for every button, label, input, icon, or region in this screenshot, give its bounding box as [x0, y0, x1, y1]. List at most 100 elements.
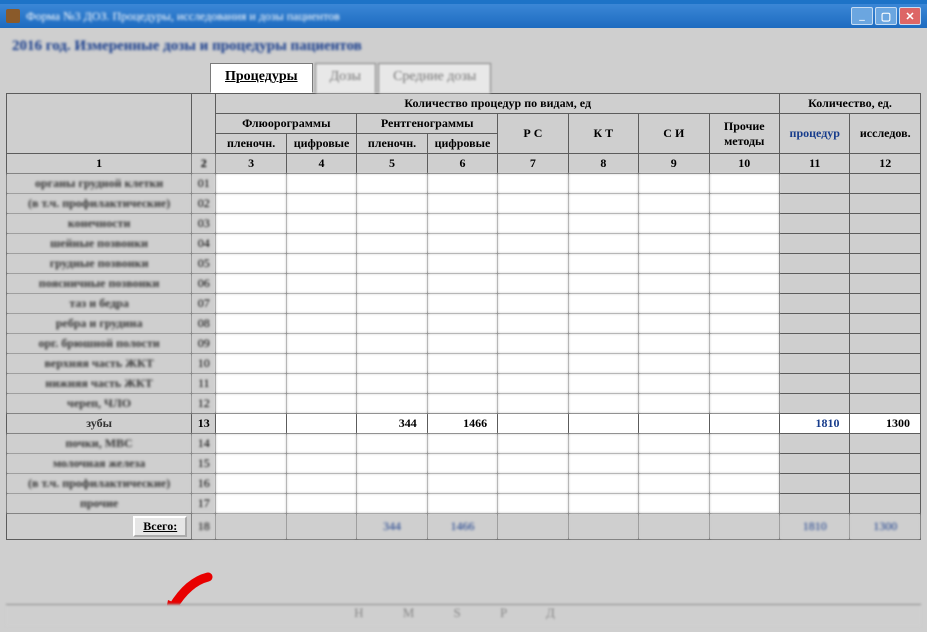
cell[interactable]	[498, 334, 568, 354]
cell[interactable]	[498, 434, 568, 454]
cell[interactable]	[427, 194, 497, 214]
cell[interactable]	[639, 354, 709, 374]
cell[interactable]	[709, 214, 779, 234]
cell[interactable]	[498, 214, 568, 234]
cell[interactable]	[709, 474, 779, 494]
cell[interactable]	[427, 274, 497, 294]
cell[interactable]	[286, 194, 356, 214]
cell[interactable]	[216, 314, 286, 334]
cell[interactable]	[498, 394, 568, 414]
total-button[interactable]: Всего:	[133, 516, 187, 537]
cell[interactable]	[357, 374, 427, 394]
cell[interactable]	[639, 314, 709, 334]
cell[interactable]	[357, 194, 427, 214]
cell[interactable]	[286, 174, 356, 194]
cell[interactable]	[568, 194, 638, 214]
cell[interactable]	[709, 234, 779, 254]
cell[interactable]	[427, 374, 497, 394]
cell[interactable]	[639, 394, 709, 414]
cell-13-6[interactable]: 1466	[427, 414, 497, 434]
cell[interactable]	[568, 214, 638, 234]
cell[interactable]	[427, 394, 497, 414]
cell[interactable]	[639, 494, 709, 514]
cell[interactable]	[568, 314, 638, 334]
cell[interactable]	[639, 254, 709, 274]
cell[interactable]	[498, 474, 568, 494]
cell[interactable]	[568, 474, 638, 494]
cell[interactable]	[216, 434, 286, 454]
cell-13-12[interactable]: 1300	[850, 414, 921, 434]
cell-13-10[interactable]	[709, 414, 779, 434]
tab-doses[interactable]: Дозы	[315, 63, 377, 93]
cell[interactable]	[286, 334, 356, 354]
cell[interactable]	[216, 174, 286, 194]
cell[interactable]	[286, 474, 356, 494]
cell[interactable]	[216, 274, 286, 294]
cell[interactable]	[427, 294, 497, 314]
cell[interactable]	[709, 254, 779, 274]
cell[interactable]	[357, 254, 427, 274]
cell[interactable]	[286, 354, 356, 374]
cell-13-3[interactable]	[216, 414, 286, 434]
cell[interactable]	[568, 434, 638, 454]
cell[interactable]	[639, 194, 709, 214]
cell[interactable]	[216, 254, 286, 274]
cell[interactable]	[216, 354, 286, 374]
cell[interactable]	[357, 214, 427, 234]
tab-procedures[interactable]: Процедуры	[210, 63, 313, 93]
cell[interactable]	[639, 334, 709, 354]
cell[interactable]	[216, 214, 286, 234]
cell[interactable]	[216, 234, 286, 254]
cell[interactable]	[498, 234, 568, 254]
cell[interactable]	[216, 474, 286, 494]
cell[interactable]	[286, 434, 356, 454]
cell[interactable]	[216, 454, 286, 474]
cell[interactable]	[427, 234, 497, 254]
cell[interactable]	[216, 294, 286, 314]
cell-13-8[interactable]	[568, 414, 638, 434]
cell[interactable]	[286, 454, 356, 474]
cell[interactable]	[216, 374, 286, 394]
cell[interactable]	[568, 294, 638, 314]
cell[interactable]	[639, 274, 709, 294]
cell[interactable]	[709, 194, 779, 214]
cell[interactable]	[498, 274, 568, 294]
cell[interactable]	[639, 454, 709, 474]
cell[interactable]	[286, 234, 356, 254]
cell[interactable]	[286, 274, 356, 294]
cell-13-9[interactable]	[639, 414, 709, 434]
cell[interactable]	[709, 274, 779, 294]
cell[interactable]	[639, 214, 709, 234]
cell[interactable]	[357, 454, 427, 474]
cell[interactable]	[216, 394, 286, 414]
cell[interactable]	[498, 374, 568, 394]
cell[interactable]	[568, 174, 638, 194]
cell[interactable]	[216, 194, 286, 214]
cell[interactable]	[639, 294, 709, 314]
cell-13-5[interactable]: 344	[357, 414, 427, 434]
cell[interactable]	[498, 454, 568, 474]
maximize-button[interactable]: ▢	[875, 7, 897, 25]
cell-13-11[interactable]: 1810	[780, 414, 850, 434]
cell[interactable]	[498, 354, 568, 374]
cell[interactable]	[498, 294, 568, 314]
cell[interactable]	[709, 354, 779, 374]
cell[interactable]	[427, 314, 497, 334]
cell[interactable]	[568, 334, 638, 354]
cell[interactable]	[709, 494, 779, 514]
cell[interactable]	[498, 254, 568, 274]
cell[interactable]	[639, 234, 709, 254]
minimize-button[interactable]: _	[851, 7, 873, 25]
cell[interactable]	[427, 174, 497, 194]
cell[interactable]	[568, 274, 638, 294]
cell[interactable]	[427, 494, 497, 514]
cell[interactable]	[427, 474, 497, 494]
cell[interactable]	[639, 474, 709, 494]
close-button[interactable]: ✕	[899, 7, 921, 25]
cell[interactable]	[286, 254, 356, 274]
cell[interactable]	[427, 354, 497, 374]
cell[interactable]	[357, 274, 427, 294]
cell[interactable]	[357, 474, 427, 494]
cell[interactable]	[709, 314, 779, 334]
cell[interactable]	[568, 394, 638, 414]
